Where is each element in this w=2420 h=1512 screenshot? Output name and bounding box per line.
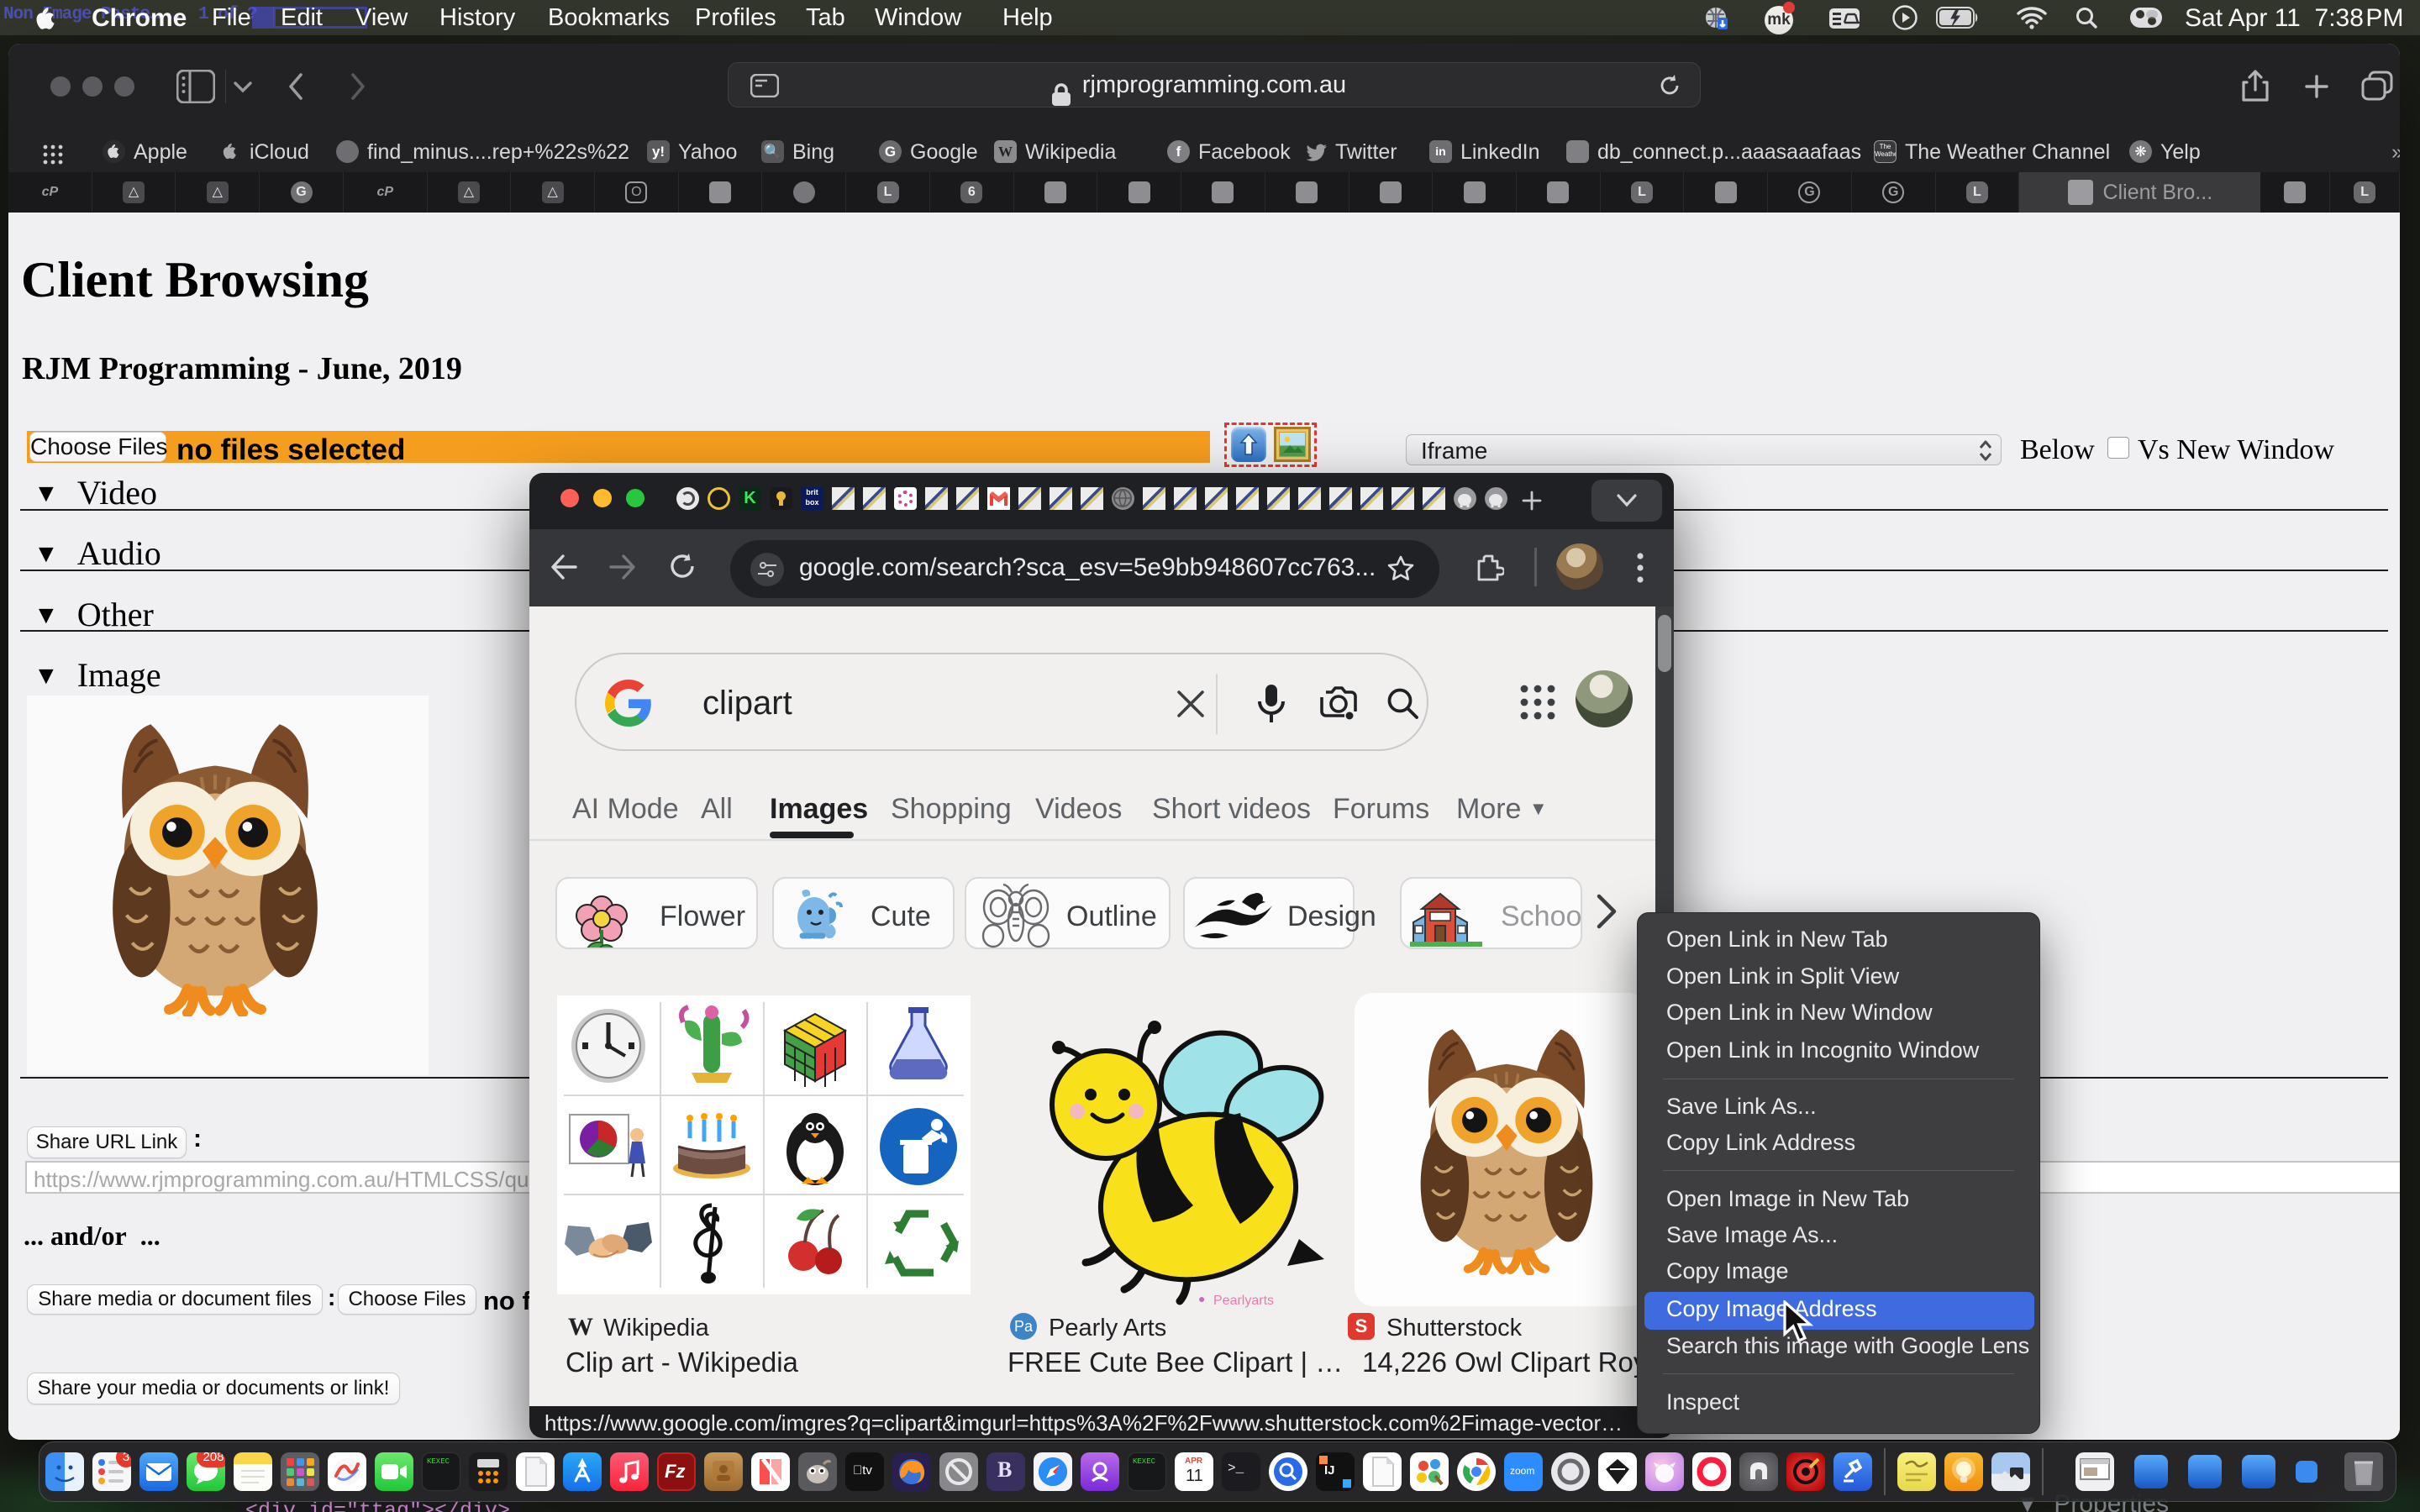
svg-text:Pearlyarts: Pearlyarts [1213, 1294, 1274, 1308]
svg-text:●: ● [1198, 1292, 1205, 1305]
